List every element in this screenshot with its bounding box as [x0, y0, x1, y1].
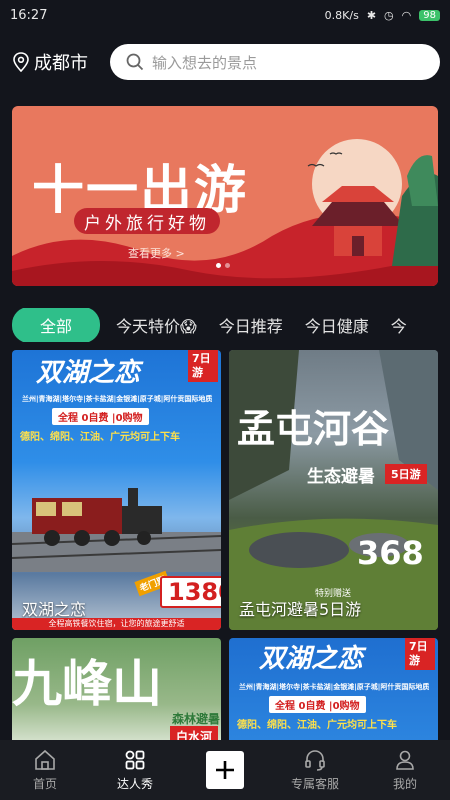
city-name: 成都市 — [34, 53, 88, 74]
city-selector[interactable]: 成都市 — [12, 49, 102, 75]
days-badge: 7日游 — [188, 350, 218, 382]
bottom-nav: 首页 达人秀 专属客服 我的 — [0, 740, 450, 800]
card-price: 1380 — [160, 576, 221, 608]
card-tag: 森林避暑 — [172, 712, 221, 726]
nav-label: 我的 — [392, 777, 417, 791]
category-tabs: 全部 今天特价😱 今日推荐 今日健康 今 — [12, 308, 450, 342]
card-footer-text: 全程高铁餐饮住宿，让您的旅途更舒适 — [12, 618, 221, 630]
tab-more[interactable]: 今 — [391, 313, 407, 337]
promo-label: 全程 0自费 |0购物 — [52, 408, 149, 425]
user-icon — [393, 748, 417, 772]
nav-label: 首页 — [32, 777, 57, 791]
nav-home[interactable]: 首页 — [0, 740, 90, 800]
tab-all[interactable]: 全部 — [12, 308, 101, 342]
nav-publish[interactable] — [180, 740, 270, 800]
tab-today-health[interactable]: 今日健康 — [305, 313, 369, 337]
days-badge: 7日游 — [405, 638, 435, 670]
tour-card[interactable]: 双湖之恋 7日游 兰州|青海湖|塔尔寺|茶卡盐湖|金银滩|原子城|阿什贡国际地质… — [12, 350, 221, 630]
nav-label: 专属客服 — [290, 777, 339, 791]
status-time: 16:27 — [10, 7, 48, 23]
tour-card[interactable]: 双湖之恋 7日游 兰州|青海湖|塔尔寺|茶卡盐湖|金银滩|原子城|阿什贡国际地质… — [229, 638, 438, 748]
grid-icon — [123, 748, 147, 772]
header: 成都市 输入想去的景点 — [0, 42, 450, 82]
status-bar: 16:27 0.8K/s ✱ ◷ ◠ 98 — [0, 0, 450, 30]
card-heading: 九峰山 — [12, 654, 162, 713]
location-pin-icon — [13, 52, 29, 72]
tab-today-special[interactable]: 今天特价😱 — [116, 313, 197, 337]
card-caption: 孟屯河避暑5日游 — [239, 600, 362, 619]
plus-icon — [206, 751, 244, 789]
search-icon — [126, 53, 144, 71]
train-image — [12, 488, 221, 572]
banner-pagination — [216, 263, 230, 268]
nav-talent-show[interactable]: 达人秀 — [90, 740, 180, 800]
promo-banner[interactable]: 十一出游 户外旅行好物 查看更多 > — [12, 106, 438, 286]
nav-customer-service[interactable]: 专属客服 — [270, 740, 360, 800]
nav-profile[interactable]: 我的 — [360, 740, 450, 800]
search-placeholder: 输入想去的景点 — [152, 53, 258, 72]
tour-card[interactable]: 孟屯河谷 生态避暑 5日游 368 特别赠送 孟屯河避暑5日游 — [229, 350, 438, 630]
battery-level: 98 — [419, 9, 440, 21]
pickup-text: 德阳、绵阳、江油、广元均可上下车 — [237, 720, 397, 731]
pickup-text: 德阳、绵阳、江油、广元均可上下车 — [20, 432, 180, 443]
status-icons: 0.8K/s ✱ ◷ ◠ 98 — [325, 9, 440, 22]
card-heading: 双湖之恋 — [36, 358, 141, 388]
banner-more-link[interactable]: 查看更多 > — [128, 245, 185, 261]
alarm-icon: ◷ — [384, 8, 394, 22]
promo-label: 全程 0自费 |0购物 — [269, 696, 366, 713]
card-heading: 双湖之恋 — [259, 644, 364, 674]
route-text: 兰州|青海湖|塔尔寺|茶卡盐湖|金银滩|原子城|阿什贡国际地质公园 — [239, 683, 429, 691]
pagination-dot — [225, 263, 230, 268]
card-caption: 双湖之恋 — [22, 600, 87, 619]
banner-subtitle: 户外旅行好物 — [74, 208, 220, 234]
card-heading: 孟屯河谷 — [237, 406, 390, 451]
wifi-icon: ◠ — [401, 8, 412, 22]
tab-today-recommend[interactable]: 今日推荐 — [219, 313, 283, 337]
days-badge: 5日游 — [385, 464, 427, 484]
search-input[interactable]: 输入想去的景点 — [110, 44, 440, 80]
bluetooth-icon: ✱ — [366, 8, 377, 22]
headset-icon — [303, 748, 327, 772]
pagination-dot-active — [216, 263, 221, 268]
card-subheading: 生态避暑 — [307, 467, 375, 487]
network-speed: 0.8K/s — [324, 8, 359, 22]
tour-card[interactable]: 九峰山 森林避暑 白水河 — [12, 638, 221, 748]
card-price: 368 — [357, 534, 424, 572]
nav-label: 达人秀 — [116, 777, 153, 791]
route-text: 兰州|青海湖|塔尔寺|茶卡盐湖|金银滩|原子城|阿什贡国际地质公园 — [22, 395, 212, 403]
home-icon — [33, 748, 57, 772]
